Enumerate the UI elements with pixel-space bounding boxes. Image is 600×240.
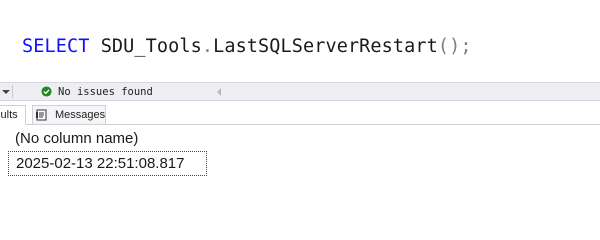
result-cell[interactable]: 2025-02-13 22:51:08.817: [8, 151, 207, 176]
results-tab-strip: Results Messages: [0, 101, 600, 125]
tab-results-label: Results: [0, 109, 18, 121]
tab-messages-label: Messages: [55, 109, 106, 121]
column-header[interactable]: (No column name): [8, 127, 207, 151]
parentheses: (): [437, 36, 461, 57]
zoom-dropdown[interactable]: [0, 85, 13, 98]
chevron-down-icon: [2, 90, 10, 94]
scroll-left-icon[interactable]: [217, 88, 221, 96]
schema-name: SDU_Tools: [100, 36, 202, 57]
sql-keyword: SELECT: [22, 36, 90, 57]
check-circle-icon: [41, 86, 52, 97]
function-name: LastSQLServerRestart: [213, 36, 438, 57]
query-line[interactable]: SELECT SDU_Tools.LastSQLServerRestart();: [22, 34, 472, 60]
tab-messages[interactable]: Messages: [32, 105, 106, 125]
statement-terminator: ;: [460, 36, 472, 57]
issues-status-text: No issues found: [58, 86, 153, 98]
query-editor[interactable]: SELECT SDU_Tools.LastSQLServerRestart();: [0, 0, 600, 82]
editor-status-strip: No issues found: [0, 82, 600, 101]
dot-separator: .: [201, 36, 214, 57]
tab-results[interactable]: Results: [0, 105, 26, 125]
messages-icon: [36, 109, 47, 121]
